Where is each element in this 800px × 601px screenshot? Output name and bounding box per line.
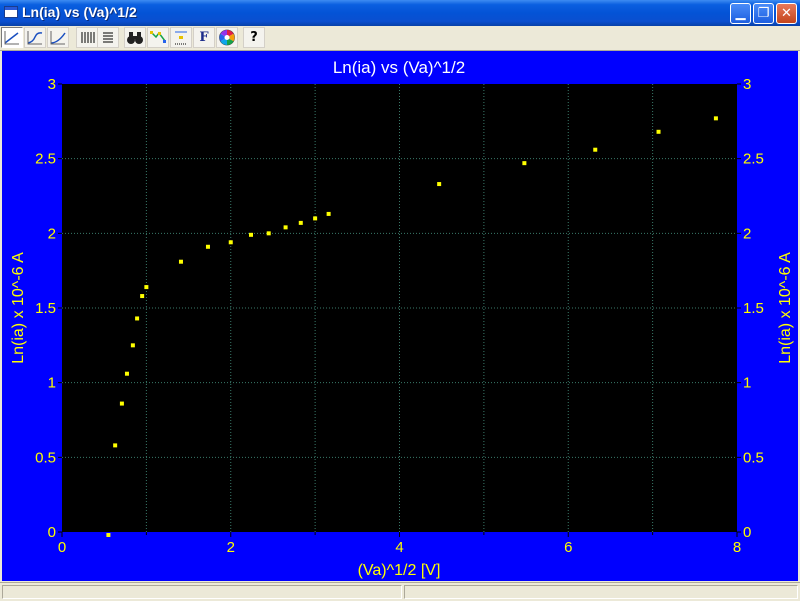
- y-tick-label: 0.5: [35, 449, 56, 466]
- toolbar: F ?: [0, 26, 800, 51]
- y2-tick-label: 2.5: [743, 151, 764, 168]
- data-point: [205, 244, 210, 249]
- data-point: [144, 285, 149, 290]
- x-tick-label: 0: [58, 539, 66, 556]
- font-icon: F: [199, 30, 209, 45]
- vertical-grid-button[interactable]: [76, 27, 98, 48]
- data-point: [522, 161, 527, 166]
- legend-icon: [175, 31, 187, 45]
- data-point: [124, 371, 129, 376]
- data-point: [228, 240, 233, 245]
- data-point: [140, 294, 145, 299]
- data-point: [326, 211, 331, 216]
- line-chart-icon: [4, 31, 19, 45]
- x-axis-label: (Va)^1/2 [V]: [358, 562, 441, 579]
- data-point: [593, 147, 598, 152]
- status-cell-right: [404, 585, 798, 599]
- line-chart-1-button[interactable]: [1, 27, 23, 48]
- horizontal-grid-icon: [103, 32, 113, 43]
- y-tick-label: 0: [48, 524, 56, 541]
- data-point: [298, 220, 303, 225]
- y-tick-label: 2.5: [35, 151, 56, 168]
- data-point: [437, 182, 442, 187]
- curve-chart-icon: [27, 31, 43, 45]
- restore-button[interactable]: ❐: [753, 3, 774, 24]
- data-point: [713, 116, 718, 121]
- minimize-icon: ▁: [735, 6, 746, 21]
- line-chart-2-button[interactable]: [24, 27, 46, 48]
- y-tick-label: 3: [48, 76, 56, 93]
- data-point: [656, 129, 661, 134]
- y2-tick-label: 2: [743, 225, 751, 242]
- y-axis-label: Ln(ia) x 10^-6 A: [10, 252, 27, 364]
- x-tick-label: 4: [395, 539, 403, 556]
- markers-icon: [150, 31, 166, 43]
- data-point: [249, 232, 253, 237]
- y-tick-label: 2: [48, 225, 56, 242]
- data-point: [266, 231, 271, 236]
- y2-tick-label: 3: [743, 76, 751, 93]
- close-icon: ✕: [781, 6, 792, 21]
- chart-area: 0 0.5 1 1.5 2 2.5 3 0 0.5 1 1.5 2 2.5 3 0 2 4 6 8 Ln(ia)…: [2, 51, 798, 581]
- app-icon: [4, 6, 18, 18]
- horizontal-grid-button[interactable]: [97, 27, 119, 48]
- y-tick-label: 1.5: [35, 300, 56, 317]
- title-bar[interactable]: Ln(ia) vs (Va)^1/2 ▁ ❐ ✕: [0, 0, 800, 26]
- markers-button[interactable]: [147, 27, 169, 48]
- data-point: [119, 401, 124, 406]
- help-button[interactable]: ?: [243, 27, 265, 48]
- status-cell-left: [2, 585, 402, 599]
- x-tick-label: 6: [564, 539, 572, 556]
- color-button[interactable]: [216, 27, 238, 48]
- help-icon: ?: [250, 30, 258, 45]
- data-point: [106, 532, 111, 537]
- color-wheel-icon: [219, 29, 235, 46]
- font-button[interactable]: F: [193, 27, 215, 48]
- x-tick-label: 2: [227, 539, 235, 556]
- x-tick-label: 8: [733, 539, 741, 556]
- chart-title: Ln(ia) vs (Va)^1/2: [333, 58, 465, 77]
- binoculars-icon: [127, 32, 143, 44]
- data-point: [130, 343, 135, 348]
- legend-button[interactable]: [170, 27, 192, 48]
- data-point: [283, 225, 288, 230]
- y2-tick-label: 1: [743, 375, 751, 392]
- line-chart-3-button[interactable]: [47, 27, 69, 48]
- data-point: [178, 259, 183, 264]
- chart: 0 0.5 1 1.5 2 2.5 3 0 0.5 1 1.5 2 2.5 3 0 2 4 6 8 Ln(ia)…: [10, 58, 794, 579]
- data-point: [113, 443, 118, 448]
- data-point: [313, 216, 318, 221]
- restore-icon: ❐: [757, 6, 770, 21]
- y-tick-label: 1: [48, 375, 56, 392]
- y2-tick-label: 0: [743, 524, 751, 541]
- close-button[interactable]: ✕: [776, 3, 797, 24]
- data-point: [135, 316, 140, 321]
- y2-tick-label: 0.5: [743, 449, 764, 466]
- vertical-grid-icon: [81, 32, 95, 43]
- y2-tick-label: 1.5: [743, 300, 764, 317]
- y2-axis-label: Ln(ia) x 10^-6 A: [777, 252, 794, 364]
- window-title: Ln(ia) vs (Va)^1/2: [22, 4, 137, 20]
- smooth-chart-icon: [50, 31, 66, 45]
- zoom-button[interactable]: [124, 27, 146, 48]
- status-bar: [0, 582, 800, 601]
- minimize-button[interactable]: ▁: [730, 3, 751, 24]
